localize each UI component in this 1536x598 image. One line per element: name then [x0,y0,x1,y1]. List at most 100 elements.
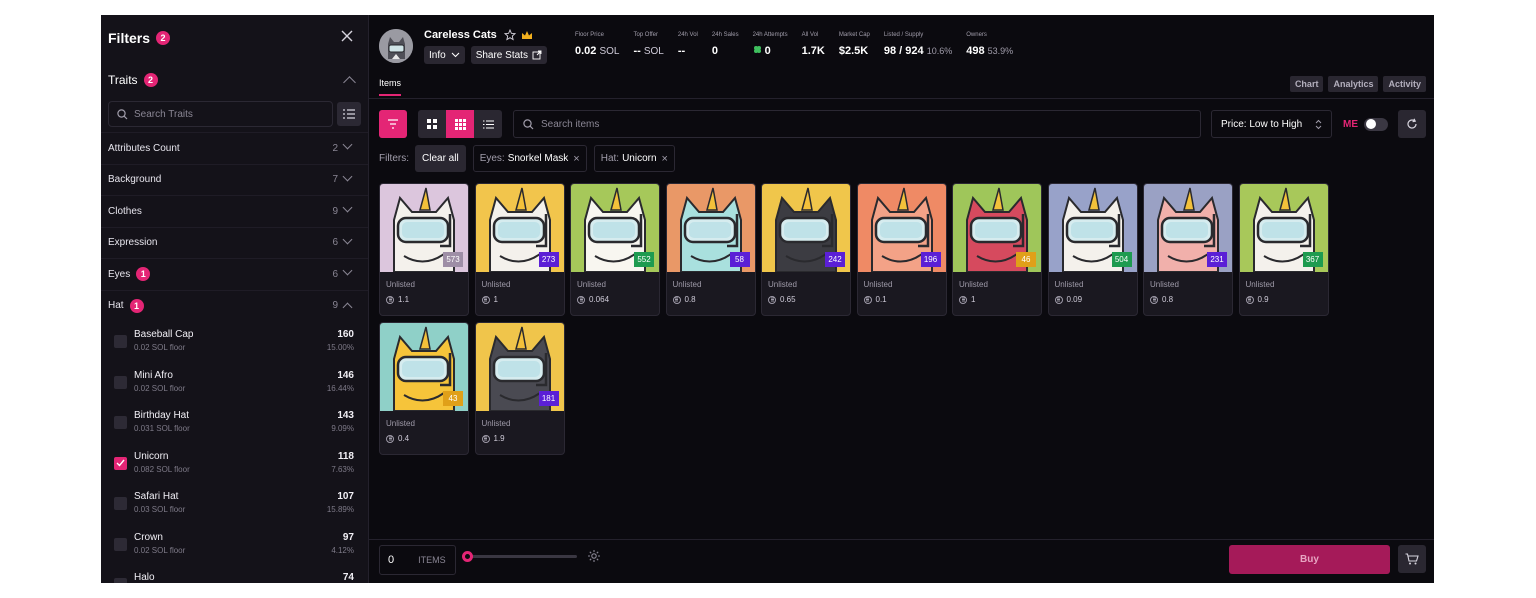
option-percent: 15.00% [326,343,354,352]
nft-image[interactable]: 196 [857,184,946,272]
nft-card[interactable]: 573 Unlisted 1.1 [379,183,469,316]
info-button[interactable]: Info [424,46,465,64]
price-value: 0.1 [875,295,887,304]
category-hat[interactable]: Hat 1 9 [101,289,368,322]
stat-percent: 10.6% [926,46,953,56]
nft-image[interactable]: 273 [475,184,564,272]
option-name: Unicorn [134,450,169,462]
option-name: Crown [134,531,163,543]
remove-chip-icon[interactable]: × [662,153,668,165]
chevron-down-icon [342,139,353,150]
category-expression[interactable]: Expression 6 [101,226,368,259]
checkbox[interactable] [114,416,127,429]
filter-chip-hat[interactable]: Hat: Unicorn × [593,145,675,172]
refresh-button[interactable] [1398,110,1426,138]
nft-card[interactable]: 367 Unlisted 0.9 [1238,183,1329,316]
nft-image[interactable]: 242 [762,184,850,272]
filter-chip-eyes[interactable]: Eyes: Snorkel Mask × [472,145,587,172]
checkbox[interactable] [114,335,127,348]
rarity-rank-badge: 58 [729,252,750,267]
option-text: Mini Afro 0.02 SOL floor [134,370,185,393]
sweep-slider[interactable] [462,551,577,562]
cart-button[interactable] [1398,545,1426,573]
nft-card[interactable]: 181 Unlisted 1.9 [474,322,565,455]
nft-image[interactable]: 46 [953,184,1041,272]
tab-analytics[interactable]: Analytics [1328,76,1379,92]
nft-card[interactable]: 504 Unlisted 0.09 [1047,183,1138,316]
hat-option[interactable]: Unicorn 0.082 SOL floor 118 7.63% [101,443,368,484]
buy-button[interactable]: Buy [1229,545,1390,574]
hat-option[interactable]: Baseball Cap 0.02 SOL floor 160 15.00% [101,321,368,362]
filters-count-badge: 2 [156,31,171,45]
rarity-rank-badge: 367 [1302,252,1323,267]
option-text: Crown 0.02 SOL floor [134,532,185,555]
tab-activity[interactable]: Activity [1383,76,1426,92]
gear-icon[interactable] [587,549,601,563]
rarity-rank-badge: 43 [443,391,463,406]
trait-search-input[interactable] [134,108,304,120]
list-view-button[interactable] [474,110,502,138]
nft-card[interactable]: 46 Unlisted 1 [952,183,1042,316]
nft-card[interactable]: 552 Unlisted 0.064 [570,183,660,316]
remove-chip-icon[interactable]: × [573,153,579,165]
tab-chart[interactable]: Chart [1289,76,1324,92]
nft-card[interactable]: 273 Unlisted 1 [474,183,565,316]
checkbox-checked[interactable] [114,456,127,470]
nft-card[interactable]: 196 Unlisted 0.1 [856,183,947,316]
category-clothes[interactable]: Clothes 9 [101,195,368,227]
nft-card[interactable]: 43 Unlisted 0.4 [379,322,469,455]
nft-card[interactable]: 58 Unlisted 0.8 [665,183,756,316]
nft-image[interactable]: 552 [571,184,659,272]
hat-option[interactable]: Crown 0.02 SOL floor 97 4.12% [101,524,368,565]
stat-value-number: 0.02 [574,45,597,57]
view-tabs: Chart Analytics Activity [1285,76,1426,92]
star-icon[interactable] [503,29,516,41]
trait-category-list: Attributes Count 2 Background 7 Clothes 9 E… [101,132,368,321]
nft-image[interactable]: 231 [1144,184,1232,272]
category-background[interactable]: Background 7 [101,163,368,196]
rarity-rank-badge: 504 [1111,252,1132,267]
chevron-up-icon [343,76,356,89]
checkbox[interactable] [114,497,127,510]
chevron-down-icon [342,202,353,213]
nft-image[interactable]: 58 [666,184,755,272]
nft-card[interactable]: 231 Unlisted 0.8 [1143,183,1233,316]
stat-value-number: 1.7K [801,45,825,57]
items-search-input[interactable] [541,118,1141,130]
checkbox[interactable] [114,578,127,583]
small-grid-view-button[interactable] [446,110,474,138]
close-icon[interactable] [340,29,354,43]
quantity-input[interactable]: 0 ITEMS [379,545,456,575]
tab-items[interactable]: Items [379,78,402,96]
large-grid-view-button[interactable] [418,110,446,138]
category-eyes[interactable]: Eyes 1 6 [101,258,368,290]
checkbox[interactable] [114,375,127,389]
clear-all-button[interactable]: Clear all [415,145,466,172]
nft-image[interactable]: 573 [380,184,468,272]
slider-thumb[interactable] [462,551,473,562]
hat-option[interactable]: Safari Hat 0.03 SOL floor 107 15.89% [101,483,368,524]
nft-image[interactable]: 43 [380,323,468,411]
hat-option[interactable]: Mini Afro 0.02 SOL floor 146 16.44% [101,362,368,403]
trait-list-view-button[interactable] [337,102,361,126]
nft-card[interactable]: 242 Unlisted 0.65 [761,183,851,316]
hat-option[interactable]: Halo 74 [101,564,368,583]
items-search-box [513,110,1201,138]
hat-option[interactable]: Birthday Hat 0.031 SOL floor 143 9.09% [101,402,368,443]
collection-name-row: Careless Cats [424,29,553,41]
nft-image[interactable]: 367 [1239,184,1328,272]
category-attributes-count[interactable]: Attributes Count 2 [101,132,368,164]
me-listings-toggle[interactable] [1364,117,1388,131]
share-stats-button[interactable]: Share Stats [470,46,547,64]
category-name: Hat [108,300,124,312]
checkbox[interactable] [114,537,127,551]
traits-section-header[interactable]: Traits 2 [101,61,368,99]
option-floor: 0.082 SOL floor [134,464,190,474]
toggle-filters-button[interactable] [379,110,407,138]
last-price: 1.1 [386,295,468,304]
option-percent: 4.12% [331,545,354,555]
sort-dropdown[interactable]: Price: Low to High [1211,110,1332,138]
nft-image[interactable]: 181 [475,323,564,411]
nft-image[interactable]: 504 [1048,184,1137,272]
grid-small-icon [454,118,466,130]
